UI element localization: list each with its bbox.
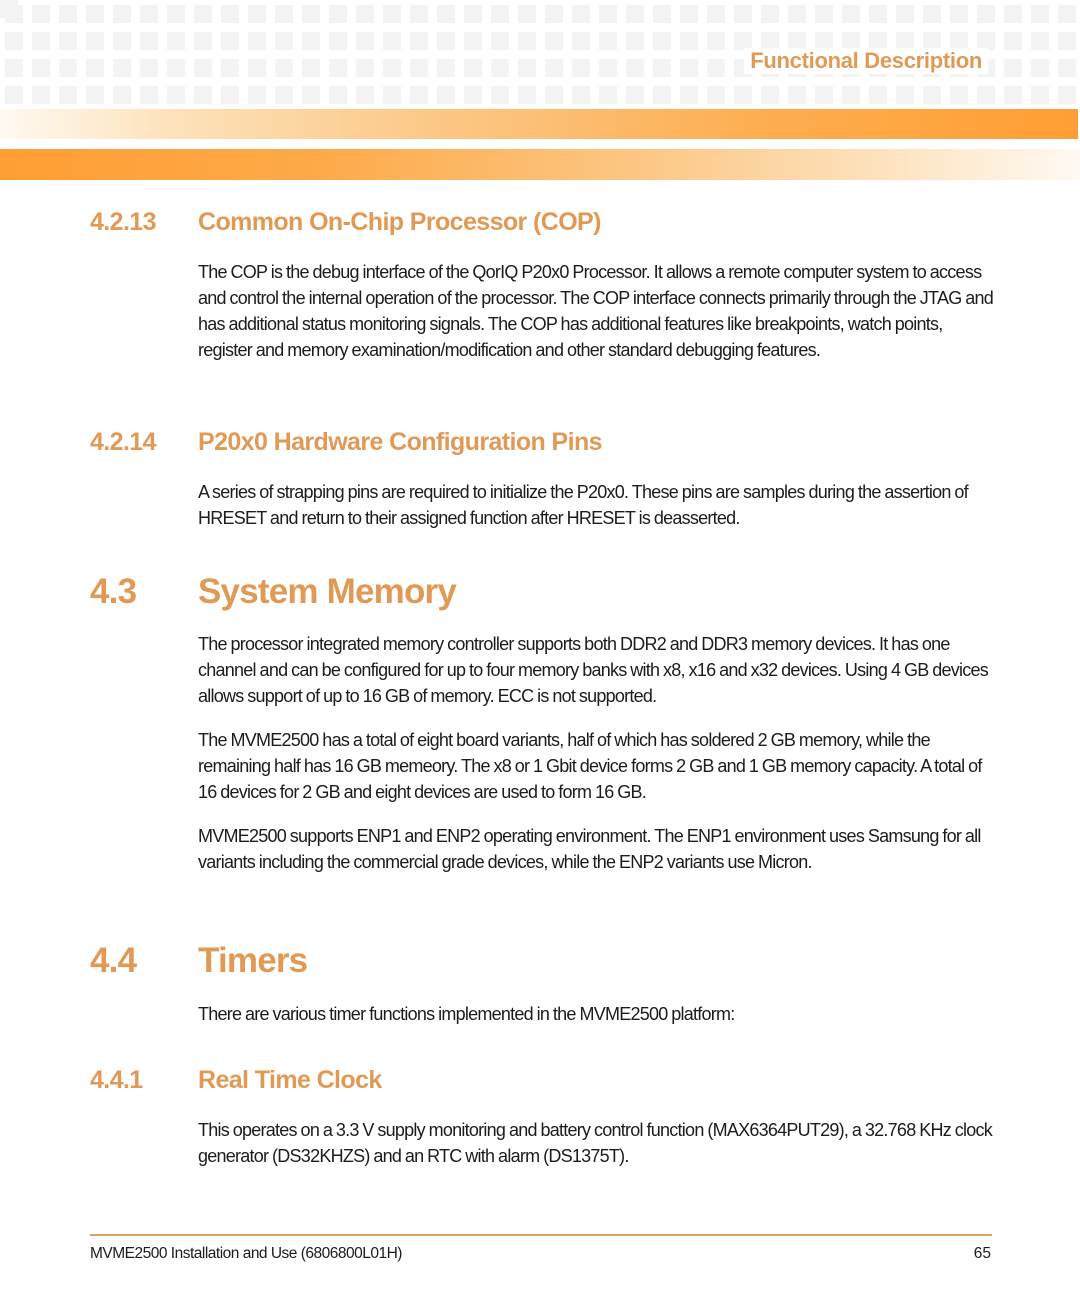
heading-title: P20x0 Hardware Configuration Pins <box>198 428 603 456</box>
heading-number: 4.2.14 <box>90 428 157 456</box>
heading-title: Common On-Chip Processor (COP) <box>198 208 601 236</box>
heading-title: Real Time Clock <box>198 1066 382 1094</box>
footer-divider <box>90 1234 992 1236</box>
heading-number: 4.3 <box>90 572 137 611</box>
header-gradient-bar-top <box>0 109 1078 139</box>
header-gradient-bar-bottom <box>0 149 1080 180</box>
footer-page-number: 65 <box>973 1245 991 1262</box>
heading-4-3: 4.3 System Memory <box>90 572 457 612</box>
paragraph-real-time-clock: This operates on a 3.3 V supply monitori… <box>198 1120 993 1166</box>
running-header-section-label: Functional Description <box>744 48 988 74</box>
paragraph-timers-intro: There are various timer functions implem… <box>198 1004 735 1024</box>
heading-number: 4.4.1 <box>90 1066 143 1094</box>
heading-number: 4.4 <box>90 941 137 980</box>
paragraph-cop: The COP is the debug interface of the Qo… <box>198 262 994 360</box>
paragraph-board-variants: The MVME2500 has a total of eight board … <box>198 730 982 802</box>
heading-title: Timers <box>198 941 308 980</box>
heading-4-4: 4.4 Timers <box>90 941 308 981</box>
paragraph-memory-controller: The processor integrated memory controll… <box>198 634 989 706</box>
paragraph-config-pins: A series of strapping pins are required … <box>198 482 969 528</box>
paragraph-operating-environment: MVME2500 supports ENP1 and ENP2 operatin… <box>198 826 981 872</box>
heading-4-4-1: 4.4.1 Real Time Clock <box>90 1066 382 1095</box>
heading-title: System Memory <box>198 572 457 611</box>
heading-number: 4.2.13 <box>90 208 157 236</box>
heading-4-2-13: 4.2.13 Common On-Chip Processor (COP) <box>90 208 601 237</box>
heading-4-2-14: 4.2.14 P20x0 Hardware Configuration Pins <box>90 428 603 457</box>
footer-document-title: MVME2500 Installation and Use (6806800L0… <box>90 1245 402 1262</box>
